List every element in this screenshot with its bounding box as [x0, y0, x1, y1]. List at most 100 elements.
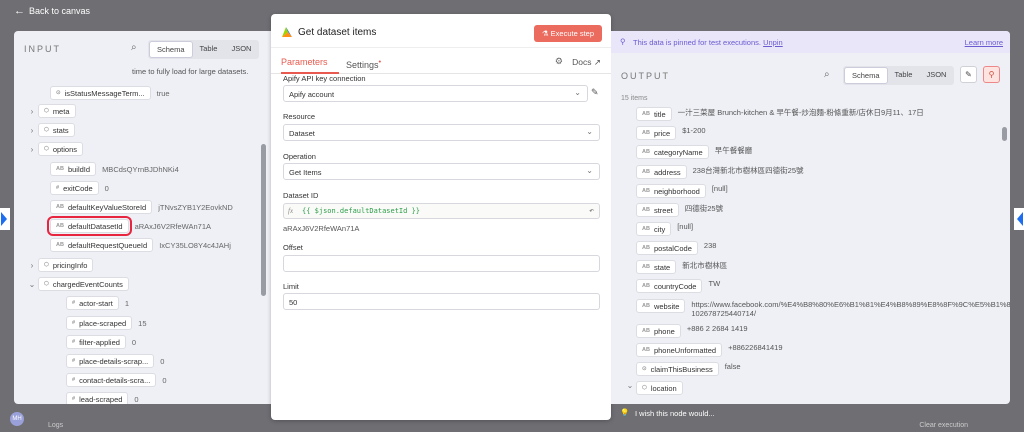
output-row[interactable]: AB website https://www.facebook.com/%E4%B8… [636, 299, 1010, 318]
chevron-right-icon[interactable]: › [26, 107, 38, 116]
field-pill[interactable]: # exitCode [50, 181, 99, 195]
schema-row[interactable]: AB defaultRequestQueueId IxCY35LO8Y4c4JAHj [38, 236, 231, 254]
field-pill[interactable]: ⊙ claimThisBusiness [636, 362, 719, 376]
field-pill[interactable]: AB defaultKeyValueStoreId [50, 200, 153, 214]
operation-select[interactable]: Get Items ⌄ [283, 163, 600, 180]
output-row[interactable]: AB phoneUnformatted +886226841419 [636, 343, 783, 357]
field-pill[interactable]: AB title [636, 107, 672, 121]
schema-row[interactable]: # contact-details-scra... 0 [54, 371, 167, 389]
schema-row[interactable]: # lead-scraped 0 [54, 390, 139, 404]
output-row[interactable]: AB neighborhood [null] [636, 184, 728, 198]
field-pill[interactable]: # lead-scraped [66, 392, 129, 404]
resource-select[interactable]: Dataset ⌄ [283, 124, 600, 141]
execute-step-button[interactable]: ⚗ Execute step [533, 25, 602, 42]
field-pill[interactable]: ⬡ location [636, 381, 683, 395]
schema-row[interactable]: # place-scraped 15 [54, 314, 147, 332]
schema-row[interactable]: › ⬡ options [26, 140, 83, 158]
tab-schema[interactable]: Schema [149, 41, 193, 58]
output-row[interactable]: ⌄ ⬡ location [624, 381, 683, 395]
tab-json[interactable]: JSON [224, 41, 258, 58]
schema-row[interactable]: AB defaultDatasetId aRAxJ6V2RfeWAn71A [38, 216, 211, 236]
field-pill[interactable]: AB neighborhood [636, 184, 706, 198]
field-pill[interactable]: ⬡ chargedEventCounts [38, 277, 129, 291]
tab-schema[interactable]: Schema [844, 67, 888, 84]
credential-select[interactable]: Apify account ⌄ [283, 85, 588, 102]
field-pill[interactable]: AB price [636, 126, 677, 140]
output-row[interactable]: AB street 四德街25號 [636, 203, 723, 217]
field-pill[interactable]: AB phone [636, 324, 681, 338]
field-pill[interactable]: ⬡ stats [38, 123, 75, 137]
dataset-id-expression[interactable]: fx {{ $json.defaultDatasetId }} ↶ [283, 203, 600, 219]
reset-icon[interactable]: ↶ [589, 206, 594, 215]
schema-row[interactable]: ⊙ isStatusMessageTerm... true [38, 84, 170, 102]
tab-json[interactable]: JSON [919, 67, 953, 84]
field-pill[interactable]: # place-scraped [66, 316, 133, 330]
output-row[interactable]: AB city [null] [636, 222, 693, 236]
field-pill[interactable]: AB state [636, 260, 677, 274]
chevron-right-icon[interactable]: › [26, 126, 38, 135]
field-pill[interactable]: AB defaultDatasetId [47, 216, 132, 236]
offset-input[interactable] [283, 255, 600, 272]
output-row[interactable]: ⊙ claimThisBusiness false [636, 362, 741, 376]
chevron-right-icon[interactable]: › [26, 145, 38, 154]
search-icon[interactable]: ⌕ [131, 42, 137, 53]
field-pill[interactable]: AB city [636, 222, 672, 236]
output-row[interactable]: AB address 238台灣新北市樹林區四德街25號 [636, 165, 804, 179]
field-pill[interactable]: AB website [636, 299, 686, 313]
field-pill[interactable]: AB phoneUnformatted [636, 343, 723, 357]
field-pill[interactable]: ⊙ isStatusMessageTerm... [50, 86, 151, 100]
field-pill[interactable]: # place-details-scrap... [66, 354, 155, 368]
field-pill[interactable]: ⬡ options [38, 142, 83, 156]
field-pill[interactable]: AB postalCode [636, 241, 698, 255]
field-pill[interactable]: AB countryCode [636, 279, 703, 293]
tab-table[interactable]: Table [888, 67, 920, 84]
output-row[interactable]: AB postalCode 238 [636, 241, 716, 255]
search-icon[interactable]: ⌕ [824, 69, 830, 80]
back-to-canvas-button[interactable]: ← Back to canvas [14, 5, 90, 17]
learn-more-link[interactable]: Learn more [965, 38, 1003, 47]
output-row[interactable]: AB price $1-200 [636, 126, 706, 140]
output-row[interactable]: AB state 新北市樹林區 [636, 260, 727, 274]
schema-row[interactable]: › ⬡ meta [26, 102, 76, 120]
output-row[interactable]: AB categoryName 早午餐餐廳 [636, 145, 752, 159]
field-pill[interactable]: AB defaultRequestQueueId [50, 238, 154, 252]
field-pill[interactable]: # filter-applied [66, 335, 126, 349]
avatar[interactable]: MH [10, 412, 24, 426]
field-pill[interactable]: AB categoryName [636, 145, 709, 159]
schema-row[interactable]: ⌄ ⬡ chargedEventCounts [26, 275, 129, 293]
tab-settings[interactable]: Settings• [346, 57, 381, 70]
output-row[interactable]: AB title 一汁三菜屋 Brunch-kitchen & 早午餐-炒泡麵-粉條… [636, 107, 924, 121]
unpin-link[interactable]: Unpin [763, 38, 783, 47]
field-pill[interactable]: AB street [636, 203, 679, 217]
chevron-down-icon[interactable]: ⌄ [624, 381, 636, 390]
field-pill[interactable]: AB address [636, 165, 687, 179]
logs-label[interactable]: Logs [48, 422, 63, 429]
field-pill[interactable]: AB buildId [50, 162, 97, 176]
field-pill[interactable]: # actor-start [66, 296, 119, 310]
chevron-right-icon[interactable]: › [26, 261, 38, 270]
schema-row[interactable]: # place-details-scrap... 0 [54, 352, 164, 370]
tab-table[interactable]: Table [193, 41, 225, 58]
schema-row[interactable]: # actor-start 1 [54, 294, 129, 312]
edit-output-button[interactable]: ✎ [960, 66, 977, 83]
schema-row[interactable]: # filter-applied 0 [54, 333, 136, 351]
schema-row[interactable]: # exitCode 0 [38, 179, 109, 197]
schema-row[interactable]: AB defaultKeyValueStoreId jTNvsZYB1Y2EovkN… [38, 198, 233, 216]
unpin-button[interactable]: ⚲ [983, 66, 1000, 83]
chevron-down-icon[interactable]: ⌄ [26, 280, 38, 289]
field-pill[interactable]: ⬡ pricingInfo [38, 258, 94, 272]
clear-execution-button[interactable]: Clear execution [919, 422, 968, 429]
schema-row[interactable]: › ⬡ pricingInfo [26, 256, 94, 274]
gear-icon[interactable]: ⚙ [555, 56, 563, 67]
output-row[interactable]: AB countryCode TW [636, 279, 720, 293]
pencil-icon[interactable]: ✎ [591, 87, 599, 98]
schema-row[interactable]: AB buildId MBCdsQYrnBJDhNKi4 [38, 160, 179, 178]
output-scrollbar[interactable] [1002, 127, 1007, 141]
schema-row[interactable]: › ⬡ stats [26, 121, 75, 139]
tab-parameters[interactable]: Parameters [281, 57, 328, 67]
limit-input[interactable]: 50 [283, 293, 600, 310]
field-pill[interactable]: # contact-details-scra... [66, 373, 157, 387]
docs-link[interactable]: Docs ↗ [572, 57, 601, 68]
output-row[interactable]: AB phone +886 2 2684 1419 [636, 324, 748, 338]
field-pill[interactable]: ⬡ meta [38, 104, 76, 118]
